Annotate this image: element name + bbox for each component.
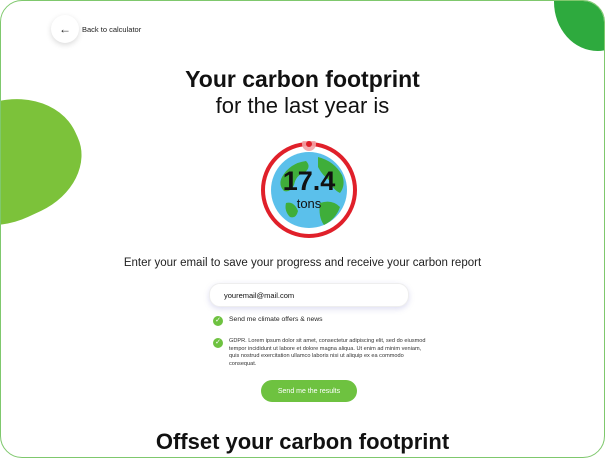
gdpr-checkbox-row[interactable]: ✓ GDPR. Lorem ipsum dolor sit amet, cons… (213, 338, 429, 368)
page-subtitle: for the last year is (215, 93, 390, 118)
offset-section-title: Offset your carbon footprint (155, 429, 450, 454)
email-field-wrapper[interactable] (209, 283, 409, 307)
send-results-button[interactable]: Send me the results (261, 380, 357, 402)
checkmark-icon[interactable]: ✓ (213, 338, 223, 348)
email-prompt: Enter your email to save your progress a… (123, 257, 482, 269)
footprint-unit: tons (296, 196, 322, 211)
offers-checkbox-row[interactable]: ✓ Send me climate offers & news (213, 316, 323, 326)
page-title: Your carbon footprint (185, 66, 420, 92)
footprint-gauge: 17.4 tons (260, 141, 358, 239)
decorative-blob-right (554, 1, 604, 51)
back-to-calculator[interactable]: ← Back to calculator (51, 15, 141, 43)
gdpr-checkbox-label[interactable]: GDPR. Lorem ipsum dolor sit amet, consec… (229, 338, 429, 368)
arrow-left-icon[interactable]: ← (51, 15, 79, 43)
offers-checkbox-label[interactable]: Send me climate offers & news (229, 316, 323, 323)
email-field[interactable] (224, 284, 404, 306)
back-label[interactable]: Back to calculator (82, 25, 141, 34)
page-frame: ← Back to calculator Your carbon footpri… (0, 0, 605, 458)
checkmark-icon[interactable]: ✓ (213, 316, 223, 326)
footprint-value: 17.4 (282, 166, 336, 196)
